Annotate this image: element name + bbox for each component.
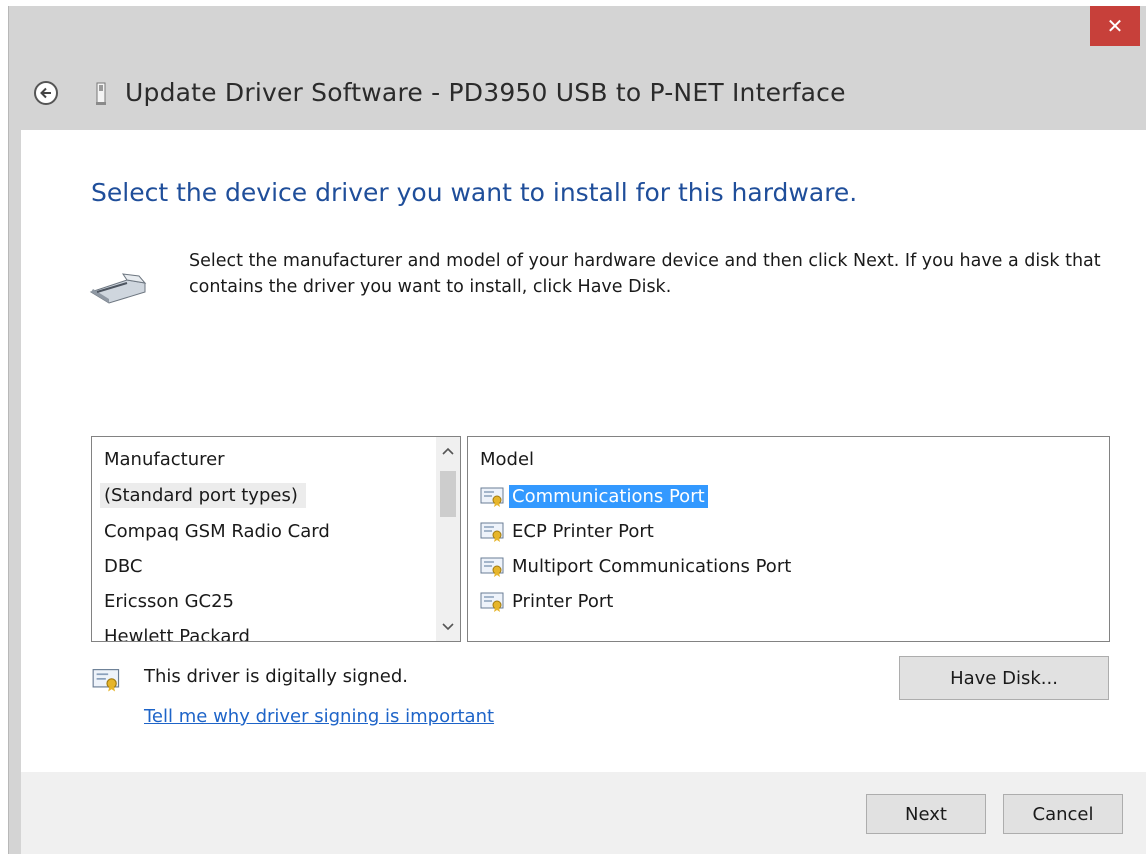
page-heading: Select the device driver you want to ins…: [91, 178, 858, 207]
model-item-label: Communications Port: [509, 485, 708, 508]
back-button[interactable]: [34, 81, 58, 105]
certificate-icon: [480, 487, 504, 507]
chevron-down-icon: [442, 623, 454, 631]
button-footer: Next Cancel: [21, 772, 1146, 854]
model-item-label: ECP Printer Port: [512, 521, 654, 542]
list-item[interactable]: Communications Port: [480, 485, 708, 508]
chevron-up-icon: [442, 447, 454, 455]
content-panel: Select the device driver you want to ins…: [21, 130, 1146, 772]
list-item[interactable]: DBC: [104, 556, 142, 577]
back-arrow-icon: [40, 87, 51, 99]
list-item[interactable]: ECP Printer Port: [480, 520, 657, 543]
list-item[interactable]: Printer Port: [480, 590, 616, 613]
close-button[interactable]: ✕: [1090, 6, 1140, 46]
driver-signed-status: This driver is digitally signed.: [144, 666, 409, 687]
instructions-text: Select the manufacturer and model of you…: [189, 251, 1101, 297]
manufacturer-listbox[interactable]: Manufacturer (Standard port types) Compa…: [91, 436, 461, 642]
certificate-icon: [480, 557, 504, 577]
driver-signing-link[interactable]: Tell me why driver signing is important: [144, 706, 494, 727]
port-connector-icon: [89, 273, 147, 304]
list-item[interactable]: (Standard port types): [100, 483, 306, 508]
model-item-label: Multiport Communications Port: [512, 556, 792, 577]
list-item[interactable]: Ericsson GC25: [104, 591, 234, 612]
certificate-icon: [480, 592, 504, 612]
have-disk-button[interactable]: Have Disk...: [899, 656, 1109, 700]
dialog-window: ✕ Update Driver Software - PD3950 USB to…: [8, 6, 1146, 854]
certificate-icon: [480, 522, 504, 542]
model-header: Model: [480, 449, 535, 470]
scroll-down-button[interactable]: [436, 615, 460, 639]
list-item[interactable]: Multiport Communications Port: [480, 555, 794, 578]
window-title: Update Driver Software - PD3950 USB to P…: [125, 78, 846, 107]
next-button[interactable]: Next: [866, 794, 986, 834]
model-item-label: Printer Port: [512, 591, 614, 612]
cancel-button[interactable]: Cancel: [1003, 794, 1123, 834]
scroll-thumb[interactable]: [440, 471, 456, 517]
model-listbox[interactable]: Model Communications Port ECP Printer Po…: [467, 436, 1110, 642]
title-bar: Update Driver Software - PD3950 USB to P…: [9, 62, 1146, 122]
close-icon: ✕: [1106, 14, 1124, 38]
manufacturer-header: Manufacturer: [104, 449, 225, 470]
list-item[interactable]: Hewlett Packard: [104, 626, 250, 641]
manufacturer-scrollbar[interactable]: [436, 437, 460, 641]
certificate-icon: [92, 669, 120, 692]
scroll-up-button[interactable]: [436, 439, 460, 463]
usb-device-icon: [96, 82, 106, 105]
list-item[interactable]: Compaq GSM Radio Card: [104, 521, 330, 542]
manufacturer-item-label: (Standard port types): [100, 483, 306, 508]
